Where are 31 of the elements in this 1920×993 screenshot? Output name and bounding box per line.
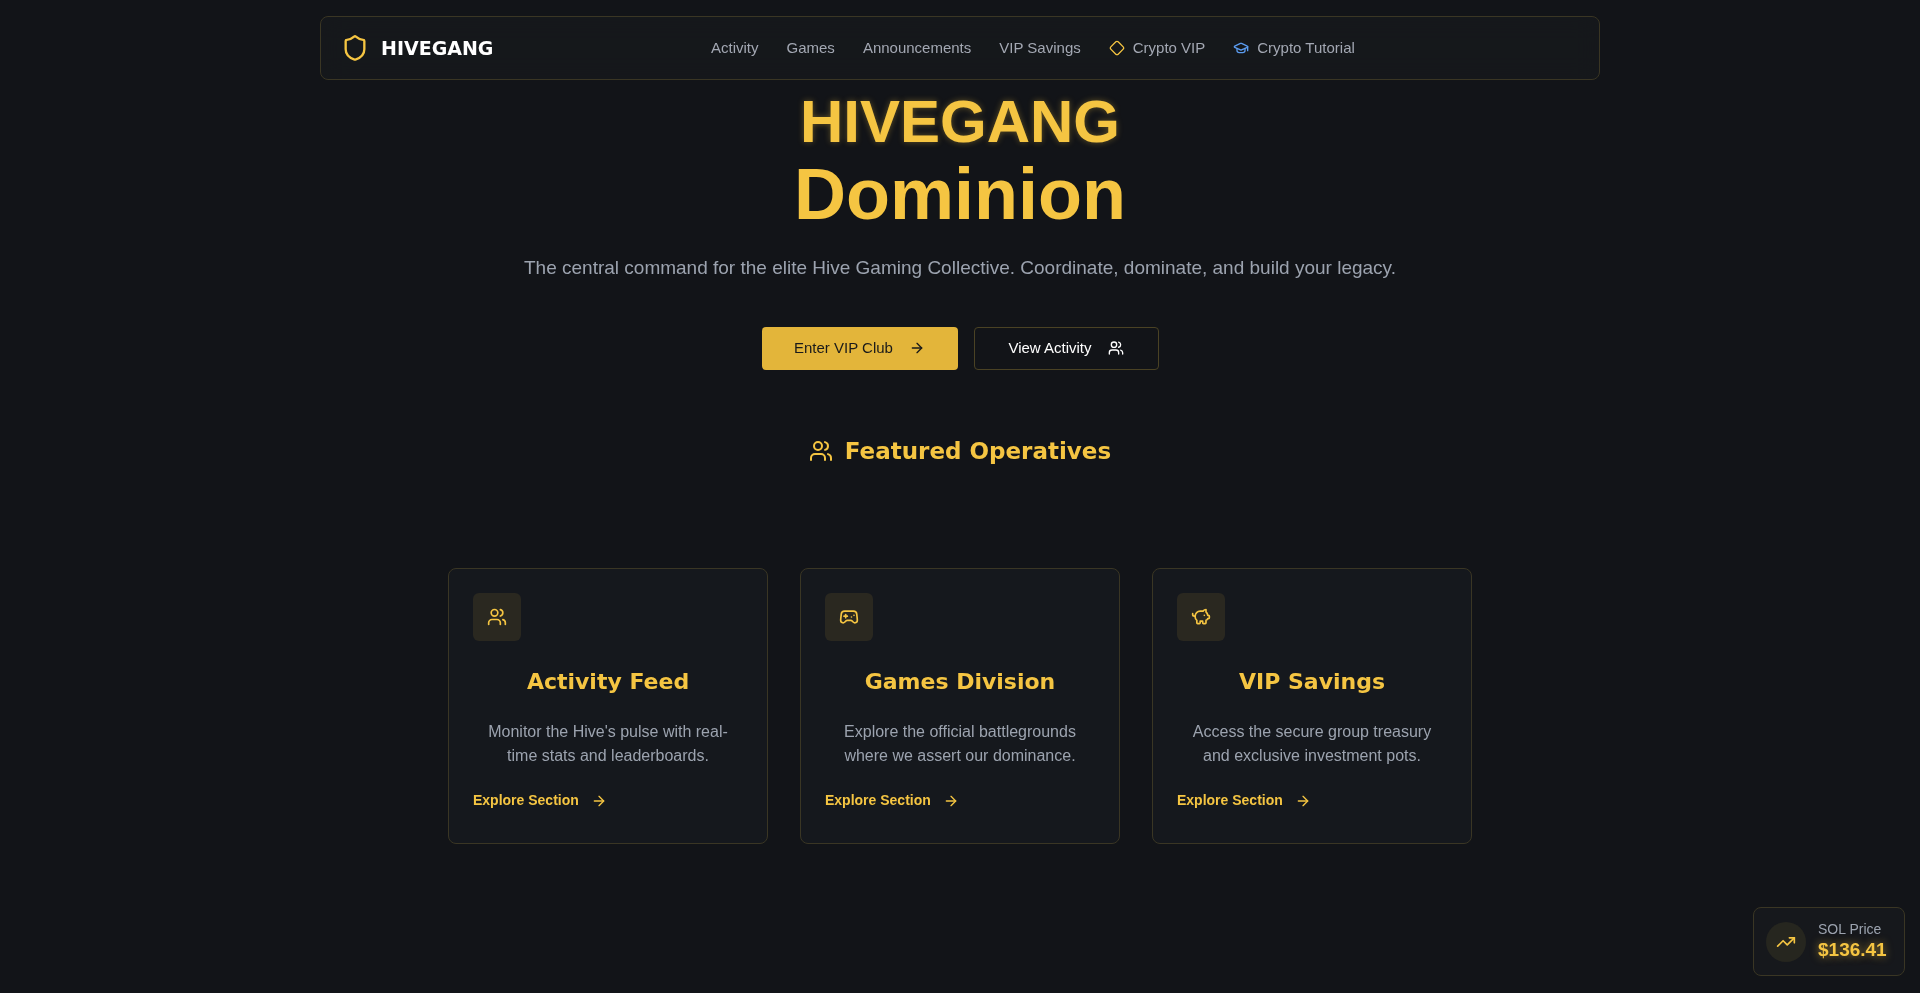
card-title: VIP Savings xyxy=(1237,668,1387,696)
price-value: $136.41 xyxy=(1818,938,1887,963)
explore-link[interactable]: Explore Section xyxy=(473,790,743,811)
piggy-bank-icon xyxy=(1191,607,1211,627)
card-description: Monitor the Hive's pulse with real-time stats and leaderboards. xyxy=(487,722,729,766)
price-label: SOL Price xyxy=(1818,920,1883,939)
card-description: Explore the official battlegrounds where we assert our dominance. xyxy=(843,722,1077,766)
explore-link[interactable]: Explore Section xyxy=(1177,790,1447,811)
nav-link[interactable]: Announcements xyxy=(862,36,972,60)
card-title: Games Division xyxy=(863,668,1057,696)
brand-logo[interactable]: HIVEGANG xyxy=(381,33,494,63)
users-icon xyxy=(808,438,833,463)
card-description: Access the secure group treasury and exclusive investment pots. xyxy=(1191,722,1433,766)
card-title: Activity Feed xyxy=(525,668,691,696)
nav-link[interactable]: Games xyxy=(786,36,835,60)
nav-link[interactable]: VIP Savings xyxy=(999,36,1081,60)
diamond-icon xyxy=(1108,40,1125,56)
section-heading: Featured Operatives xyxy=(844,436,1112,466)
view-activity-button[interactable]: View Activity xyxy=(973,326,1159,370)
explore-link[interactable]: Explore Section xyxy=(825,790,1095,811)
hero-subtitle-heading: Dominion xyxy=(794,158,1126,230)
users-icon xyxy=(487,607,507,627)
nav-link[interactable]: Activity xyxy=(711,36,759,60)
nav-link[interactable]: Crypto Tutorial xyxy=(1233,36,1355,60)
users-icon xyxy=(1107,340,1124,356)
hero-title: HIVEGANG xyxy=(799,92,1120,152)
graduation-cap-icon xyxy=(1233,40,1250,56)
enter-vip-button[interactable]: Enter VIP Club xyxy=(761,326,958,370)
gamepad-icon xyxy=(839,607,859,627)
nav-link[interactable]: Crypto VIP xyxy=(1108,36,1206,60)
hero-description: The central command for the elite Hive Gaming Collective. Coordinate, dominate, and build your legacy. xyxy=(524,256,1396,280)
